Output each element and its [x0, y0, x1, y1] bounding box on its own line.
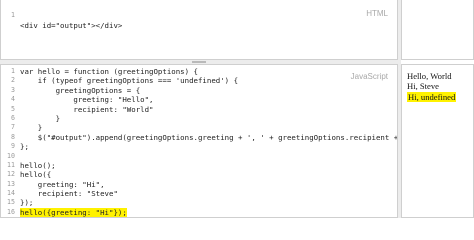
line-number: 10: [7, 151, 15, 160]
code-text[interactable]: recipient: "Steve": [20, 189, 118, 198]
line-number: 13: [7, 179, 15, 188]
result-text: Hello, World: [407, 71, 452, 81]
resize-grip-icon: [192, 61, 206, 63]
line-number: 16: [7, 207, 15, 216]
code-text[interactable]: }: [20, 114, 60, 123]
code-line[interactable]: 1 <div id="output"></div>: [1, 2, 397, 29]
code-text[interactable]: });: [20, 198, 33, 207]
line-number: 7: [11, 123, 15, 132]
code-text[interactable]: }: [20, 123, 42, 132]
result-line: Hi, Steve: [407, 81, 456, 91]
code-text[interactable]: $("#output").append(greetingOptions.gree…: [20, 133, 397, 142]
line-number: 14: [7, 189, 15, 198]
code-line[interactable]: 6 }: [1, 114, 397, 123]
html-code-lines: 1 <div id="output"></div>: [1, 2, 397, 29]
code-line[interactable]: 15});: [1, 198, 397, 207]
line-number: 1: [11, 67, 15, 75]
code-text[interactable]: hello({: [20, 170, 51, 179]
highlighted-code-text[interactable]: hello({greeting: "Hi"});: [20, 207, 127, 217]
javascript-code-lines: 1 var hello = function (greetingOptions) …: [1, 67, 397, 217]
code-text[interactable]: if (typeof greetingOptions === 'undefine…: [20, 76, 238, 85]
result-text: Hi, Steve: [407, 81, 439, 92]
result-line: Hello, World: [407, 71, 456, 81]
code-text[interactable]: greeting: "Hello",: [20, 95, 153, 104]
html-editor-panel[interactable]: 1 <div id="output"></div> HTML: [0, 0, 398, 60]
code-line[interactable]: 11 hello();: [1, 161, 397, 170]
code-line[interactable]: 7 }: [1, 123, 397, 132]
code-line[interactable]: 8 $("#output").append(greetingOptions.gr…: [1, 133, 397, 142]
line-number: 15: [7, 198, 15, 207]
code-line[interactable]: 13 greeting: "Hi",: [1, 180, 397, 189]
css-editor-panel[interactable]: [401, 0, 474, 60]
code-text[interactable]: greeting: "Hi",: [20, 180, 105, 189]
javascript-editor-panel[interactable]: 1 var hello = function (greetingOptions) …: [0, 64, 398, 218]
line-number: 4: [11, 95, 15, 104]
code-line[interactable]: 16 hello({greeting: "Hi"});: [1, 207, 397, 217]
code-line[interactable]: 10: [1, 152, 397, 161]
code-text[interactable]: };: [20, 142, 29, 151]
code-line[interactable]: 9};: [1, 142, 397, 151]
result-line: Hi, undefined: [407, 91, 457, 102]
code-text[interactable]: var hello = function (greetingOptions) {: [20, 67, 198, 76]
line-number: 11: [7, 160, 15, 169]
line-number: 12: [7, 170, 15, 179]
line-number: 1: [11, 11, 15, 20]
code-line[interactable]: 14 recipient: "Steve": [1, 189, 397, 198]
highlighted-result-text: Hi, undefined: [407, 91, 457, 102]
code-text[interactable]: <div id="output"></div>: [20, 21, 122, 30]
javascript-panel-label: JavaScript: [350, 72, 388, 81]
code-line[interactable]: 12 hello({: [1, 170, 397, 179]
line-number: 5: [11, 104, 15, 113]
result-output: Hello, World Hi, Steve Hi, undefined: [407, 71, 457, 102]
html-panel-label: HTML: [366, 9, 388, 18]
code-line[interactable]: 5 recipient: "World": [1, 105, 397, 114]
code-text[interactable]: recipient: "World": [20, 105, 153, 114]
code-line[interactable]: 2 if (typeof greetingOptions === 'undefi…: [1, 76, 397, 85]
code-line[interactable]: 3 greetingOptions = {: [1, 86, 397, 95]
line-number: 2: [11, 76, 15, 85]
line-number: 6: [11, 113, 15, 122]
result-panel: Hello, World Hi, Steve Hi, undefined: [401, 64, 474, 218]
line-number: 9: [11, 142, 15, 151]
line-number: 3: [11, 85, 15, 94]
code-text[interactable]: hello();: [20, 161, 56, 170]
code-line[interactable]: 1 var hello = function (greetingOptions) …: [1, 67, 397, 76]
code-line[interactable]: 4 greeting: "Hello",: [1, 95, 397, 104]
code-text[interactable]: greetingOptions = {: [20, 86, 141, 95]
line-number: 8: [11, 132, 15, 141]
